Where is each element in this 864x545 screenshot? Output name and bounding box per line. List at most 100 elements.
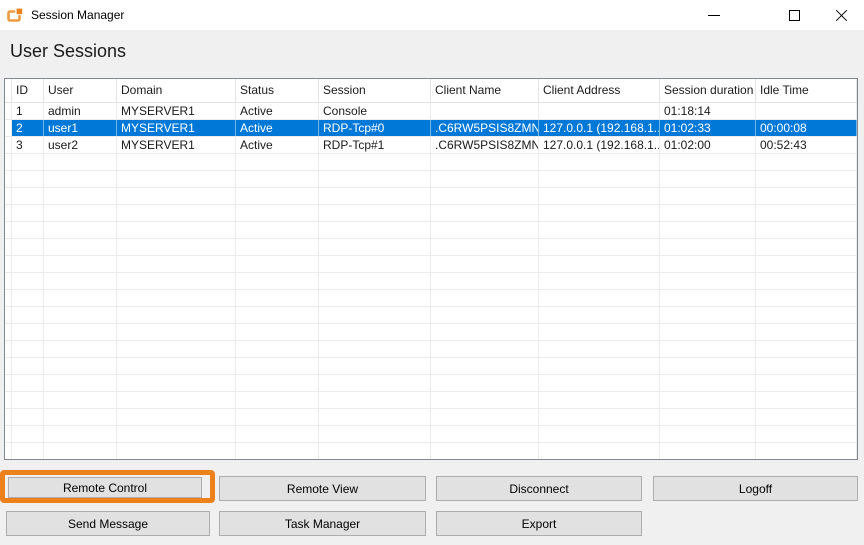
column-header-id[interactable]: ID: [12, 79, 44, 102]
cell-status: [236, 256, 319, 272]
cell-client-address[interactable]: 127.0.0.1 (192.168.1...: [539, 137, 660, 153]
column-header-idle-time[interactable]: Idle Time: [756, 79, 857, 102]
cell-status: [236, 205, 319, 221]
cell-domain: [117, 222, 236, 238]
cell-session[interactable]: Console: [319, 103, 431, 119]
cell-idle: [756, 171, 857, 187]
cell-status[interactable]: Active: [236, 120, 319, 136]
cell-client-address[interactable]: 127.0.0.1 (192.168.1...: [539, 120, 660, 136]
cell-client-name[interactable]: [431, 103, 539, 119]
cell-status: [236, 341, 319, 357]
cell-session: [319, 375, 431, 391]
cell-status[interactable]: Active: [236, 103, 319, 119]
cell-client-address[interactable]: [539, 103, 660, 119]
cell-duration: [660, 256, 756, 272]
export-button[interactable]: Export: [436, 511, 642, 536]
cell-session: [319, 222, 431, 238]
row-gutter-cell: [5, 290, 12, 306]
cell-id[interactable]: 3: [12, 137, 44, 153]
cell-idle: [756, 409, 857, 425]
cell-duration: [660, 239, 756, 255]
row-gutter-cell: [5, 256, 12, 272]
cell-user[interactable]: admin: [44, 103, 117, 119]
table-row-session-1[interactable]: 1adminMYSERVER1ActiveConsole 01:18:14: [5, 103, 857, 120]
row-gutter-cell: [5, 205, 12, 221]
column-header-client-address[interactable]: Client Address: [539, 79, 660, 102]
minimize-button[interactable]: [691, 0, 737, 30]
cell-id[interactable]: 1: [12, 103, 44, 119]
cell-domain[interactable]: MYSERVER1: [117, 137, 236, 153]
table-row-empty: [5, 256, 857, 273]
cell-client-name: [431, 409, 539, 425]
cell-user: [44, 341, 117, 357]
cell-session[interactable]: RDP-Tcp#1: [319, 137, 431, 153]
cell-id: [12, 222, 44, 238]
cell-user[interactable]: user1: [44, 120, 117, 136]
cell-client-name: [431, 290, 539, 306]
cell-client-address: [539, 409, 660, 425]
cell-duration[interactable]: 01:02:33: [660, 120, 756, 136]
cell-client-name: [431, 358, 539, 374]
cell-duration[interactable]: 01:02:00: [660, 137, 756, 153]
row-gutter-cell: [5, 273, 12, 289]
table-row-empty: [5, 358, 857, 375]
column-header-user[interactable]: User: [44, 79, 117, 102]
cell-status: [236, 307, 319, 323]
remote-control-button[interactable]: Remote Control: [8, 477, 202, 498]
cell-user: [44, 290, 117, 306]
column-header-client-name[interactable]: Client Name: [431, 79, 539, 102]
cell-id: [12, 188, 44, 204]
cell-idle[interactable]: 00:52:43: [756, 137, 857, 153]
cell-client-name[interactable]: .C6RW5PSIS8ZMN7: [431, 137, 539, 153]
table-row-session-2[interactable]: 2user1MYSERVER1ActiveRDP-Tcp#0.C6RW5PSIS…: [5, 120, 857, 137]
cell-duration[interactable]: 01:18:14: [660, 103, 756, 119]
table-row-session-3[interactable]: 3user2MYSERVER1ActiveRDP-Tcp#1.C6RW5PSIS…: [5, 137, 857, 154]
cell-client-name: [431, 341, 539, 357]
column-header-session[interactable]: Session: [319, 79, 431, 102]
cell-client-address: [539, 341, 660, 357]
cell-client-name[interactable]: .C6RW5PSIS8ZMN7: [431, 120, 539, 136]
cell-idle[interactable]: 00:00:08: [756, 120, 857, 136]
task-manager-button[interactable]: Task Manager: [219, 511, 426, 536]
cell-session: [319, 392, 431, 408]
cell-user: [44, 307, 117, 323]
cell-session: [319, 307, 431, 323]
cell-id: [12, 341, 44, 357]
cell-id[interactable]: 2: [12, 120, 44, 136]
cell-idle: [756, 324, 857, 340]
column-header-session-duration[interactable]: Session duration: [660, 79, 756, 102]
cell-client-name: [431, 188, 539, 204]
row-gutter-cell: [5, 375, 12, 391]
logoff-button[interactable]: Logoff: [653, 476, 858, 501]
cell-idle[interactable]: [756, 103, 857, 119]
cell-duration: [660, 188, 756, 204]
cell-domain[interactable]: MYSERVER1: [117, 103, 236, 119]
cell-client-address: [539, 188, 660, 204]
cell-user: [44, 222, 117, 238]
cell-idle: [756, 392, 857, 408]
cell-domain[interactable]: MYSERVER1: [117, 120, 236, 136]
disconnect-button[interactable]: Disconnect: [436, 476, 642, 501]
row-gutter-cell: [5, 239, 12, 255]
column-header-status[interactable]: Status: [236, 79, 319, 102]
table-row-empty: [5, 273, 857, 290]
cell-user[interactable]: user2: [44, 137, 117, 153]
cell-duration: [660, 375, 756, 391]
maximize-button[interactable]: [771, 0, 817, 30]
sessions-table: IDUserDomainStatusSessionClient NameClie…: [4, 78, 858, 460]
close-button[interactable]: [819, 0, 864, 30]
cell-status[interactable]: Active: [236, 137, 319, 153]
cell-session[interactable]: RDP-Tcp#0: [319, 120, 431, 136]
table-row-empty: [5, 307, 857, 324]
column-header-domain[interactable]: Domain: [117, 79, 236, 102]
remote-view-button[interactable]: Remote View: [219, 476, 426, 501]
cell-id: [12, 273, 44, 289]
cell-session: [319, 426, 431, 442]
cell-status: [236, 290, 319, 306]
cell-session: [319, 409, 431, 425]
send-message-button[interactable]: Send Message: [6, 511, 210, 536]
cell-user: [44, 375, 117, 391]
cell-duration: [660, 205, 756, 221]
cell-idle: [756, 443, 857, 459]
cell-duration: [660, 409, 756, 425]
